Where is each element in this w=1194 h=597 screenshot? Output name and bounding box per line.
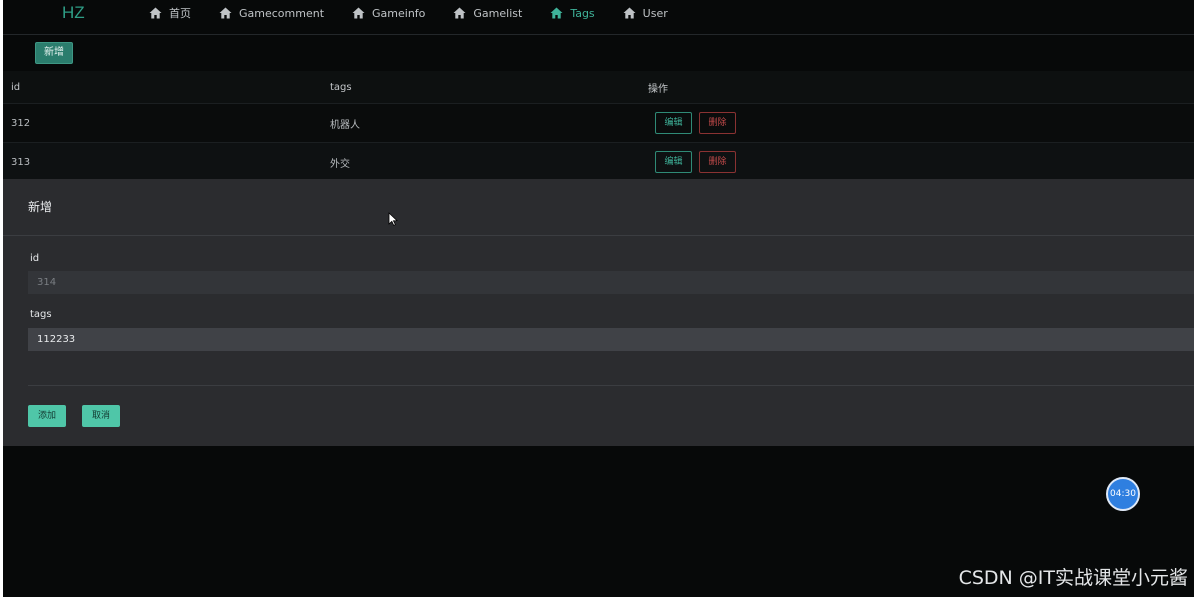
nav-item-tags[interactable]: Tags — [550, 6, 595, 20]
id-label: id — [30, 253, 40, 264]
home-icon — [219, 7, 232, 19]
tags-table: id tags 操作 312 机器人 编辑 删除 313 外交 编辑 删除 — [3, 71, 1194, 181]
delete-button[interactable]: 删除 — [699, 151, 736, 173]
new-button[interactable]: 新增 — [35, 42, 73, 64]
home-icon — [149, 7, 162, 19]
header-id: id — [11, 81, 21, 93]
cancel-button[interactable]: 取消 — [82, 405, 120, 427]
edit-button[interactable]: 编辑 — [655, 151, 692, 173]
edit-button[interactable]: 编辑 — [655, 112, 692, 134]
nav-item-user[interactable]: User — [623, 7, 668, 20]
home-icon — [453, 7, 466, 19]
home-icon — [352, 7, 365, 19]
tags-input[interactable]: 112233 — [28, 328, 1194, 351]
home-icon — [550, 7, 563, 19]
home-icon — [623, 7, 636, 19]
top-nav: HZ 首页 Gamecomment Gameinfo Gamelist Tags — [3, 0, 1194, 35]
timer-badge[interactable]: 04:30 — [1106, 477, 1140, 511]
nav-item-label: Tags — [570, 6, 595, 20]
cell-operations: 编辑 删除 — [648, 143, 736, 181]
table-row: 313 外交 编辑 删除 — [3, 142, 1194, 181]
cell-id: 312 — [11, 117, 31, 129]
nav-item-label: Gamecomment — [239, 6, 325, 20]
mouse-cursor-icon — [388, 211, 398, 226]
dialog-title: 新增 — [28, 200, 53, 214]
cell-tags: 机器人 — [330, 119, 360, 131]
nav-item-home[interactable]: 首页 — [149, 5, 191, 21]
header-operations: 操作 — [648, 83, 668, 95]
nav-item-label: User — [642, 6, 668, 20]
table-header: id tags 操作 — [3, 71, 1194, 103]
nav-item-label: Gamelist — [473, 6, 523, 20]
delete-button[interactable]: 删除 — [699, 112, 736, 134]
add-button[interactable]: 添加 — [28, 405, 66, 427]
cell-tags: 外交 — [330, 158, 350, 170]
cell-operations: 编辑 删除 — [648, 104, 736, 142]
add-dialog: 新增 id 314 tags 112233 添加 取消 — [3, 179, 1194, 446]
divider — [3, 235, 1194, 236]
watermark: CSDN @IT实战课堂小元酱 — [958, 567, 1188, 589]
nav-item-label: Gameinfo — [372, 6, 426, 20]
id-field: 314 — [28, 271, 1194, 294]
cell-id: 313 — [11, 156, 31, 168]
divider — [28, 385, 1194, 386]
header-tags: tags — [330, 81, 352, 93]
table-row: 312 机器人 编辑 删除 — [3, 103, 1194, 142]
nav-item-gameinfo[interactable]: Gameinfo — [352, 7, 425, 20]
tags-label: tags — [30, 309, 52, 320]
nav-item-gamecomment[interactable]: Gamecomment — [219, 7, 324, 20]
nav-item-gamelist[interactable]: Gamelist — [453, 7, 522, 20]
page: HZ 首页 Gamecomment Gameinfo Gamelist Tags — [0, 0, 1194, 597]
nav-item-label: 首页 — [169, 7, 191, 20]
app-logo[interactable]: HZ — [62, 3, 85, 23]
nav-menu: 首页 Gamecomment Gameinfo Gamelist Tags Us… — [149, 0, 696, 26]
